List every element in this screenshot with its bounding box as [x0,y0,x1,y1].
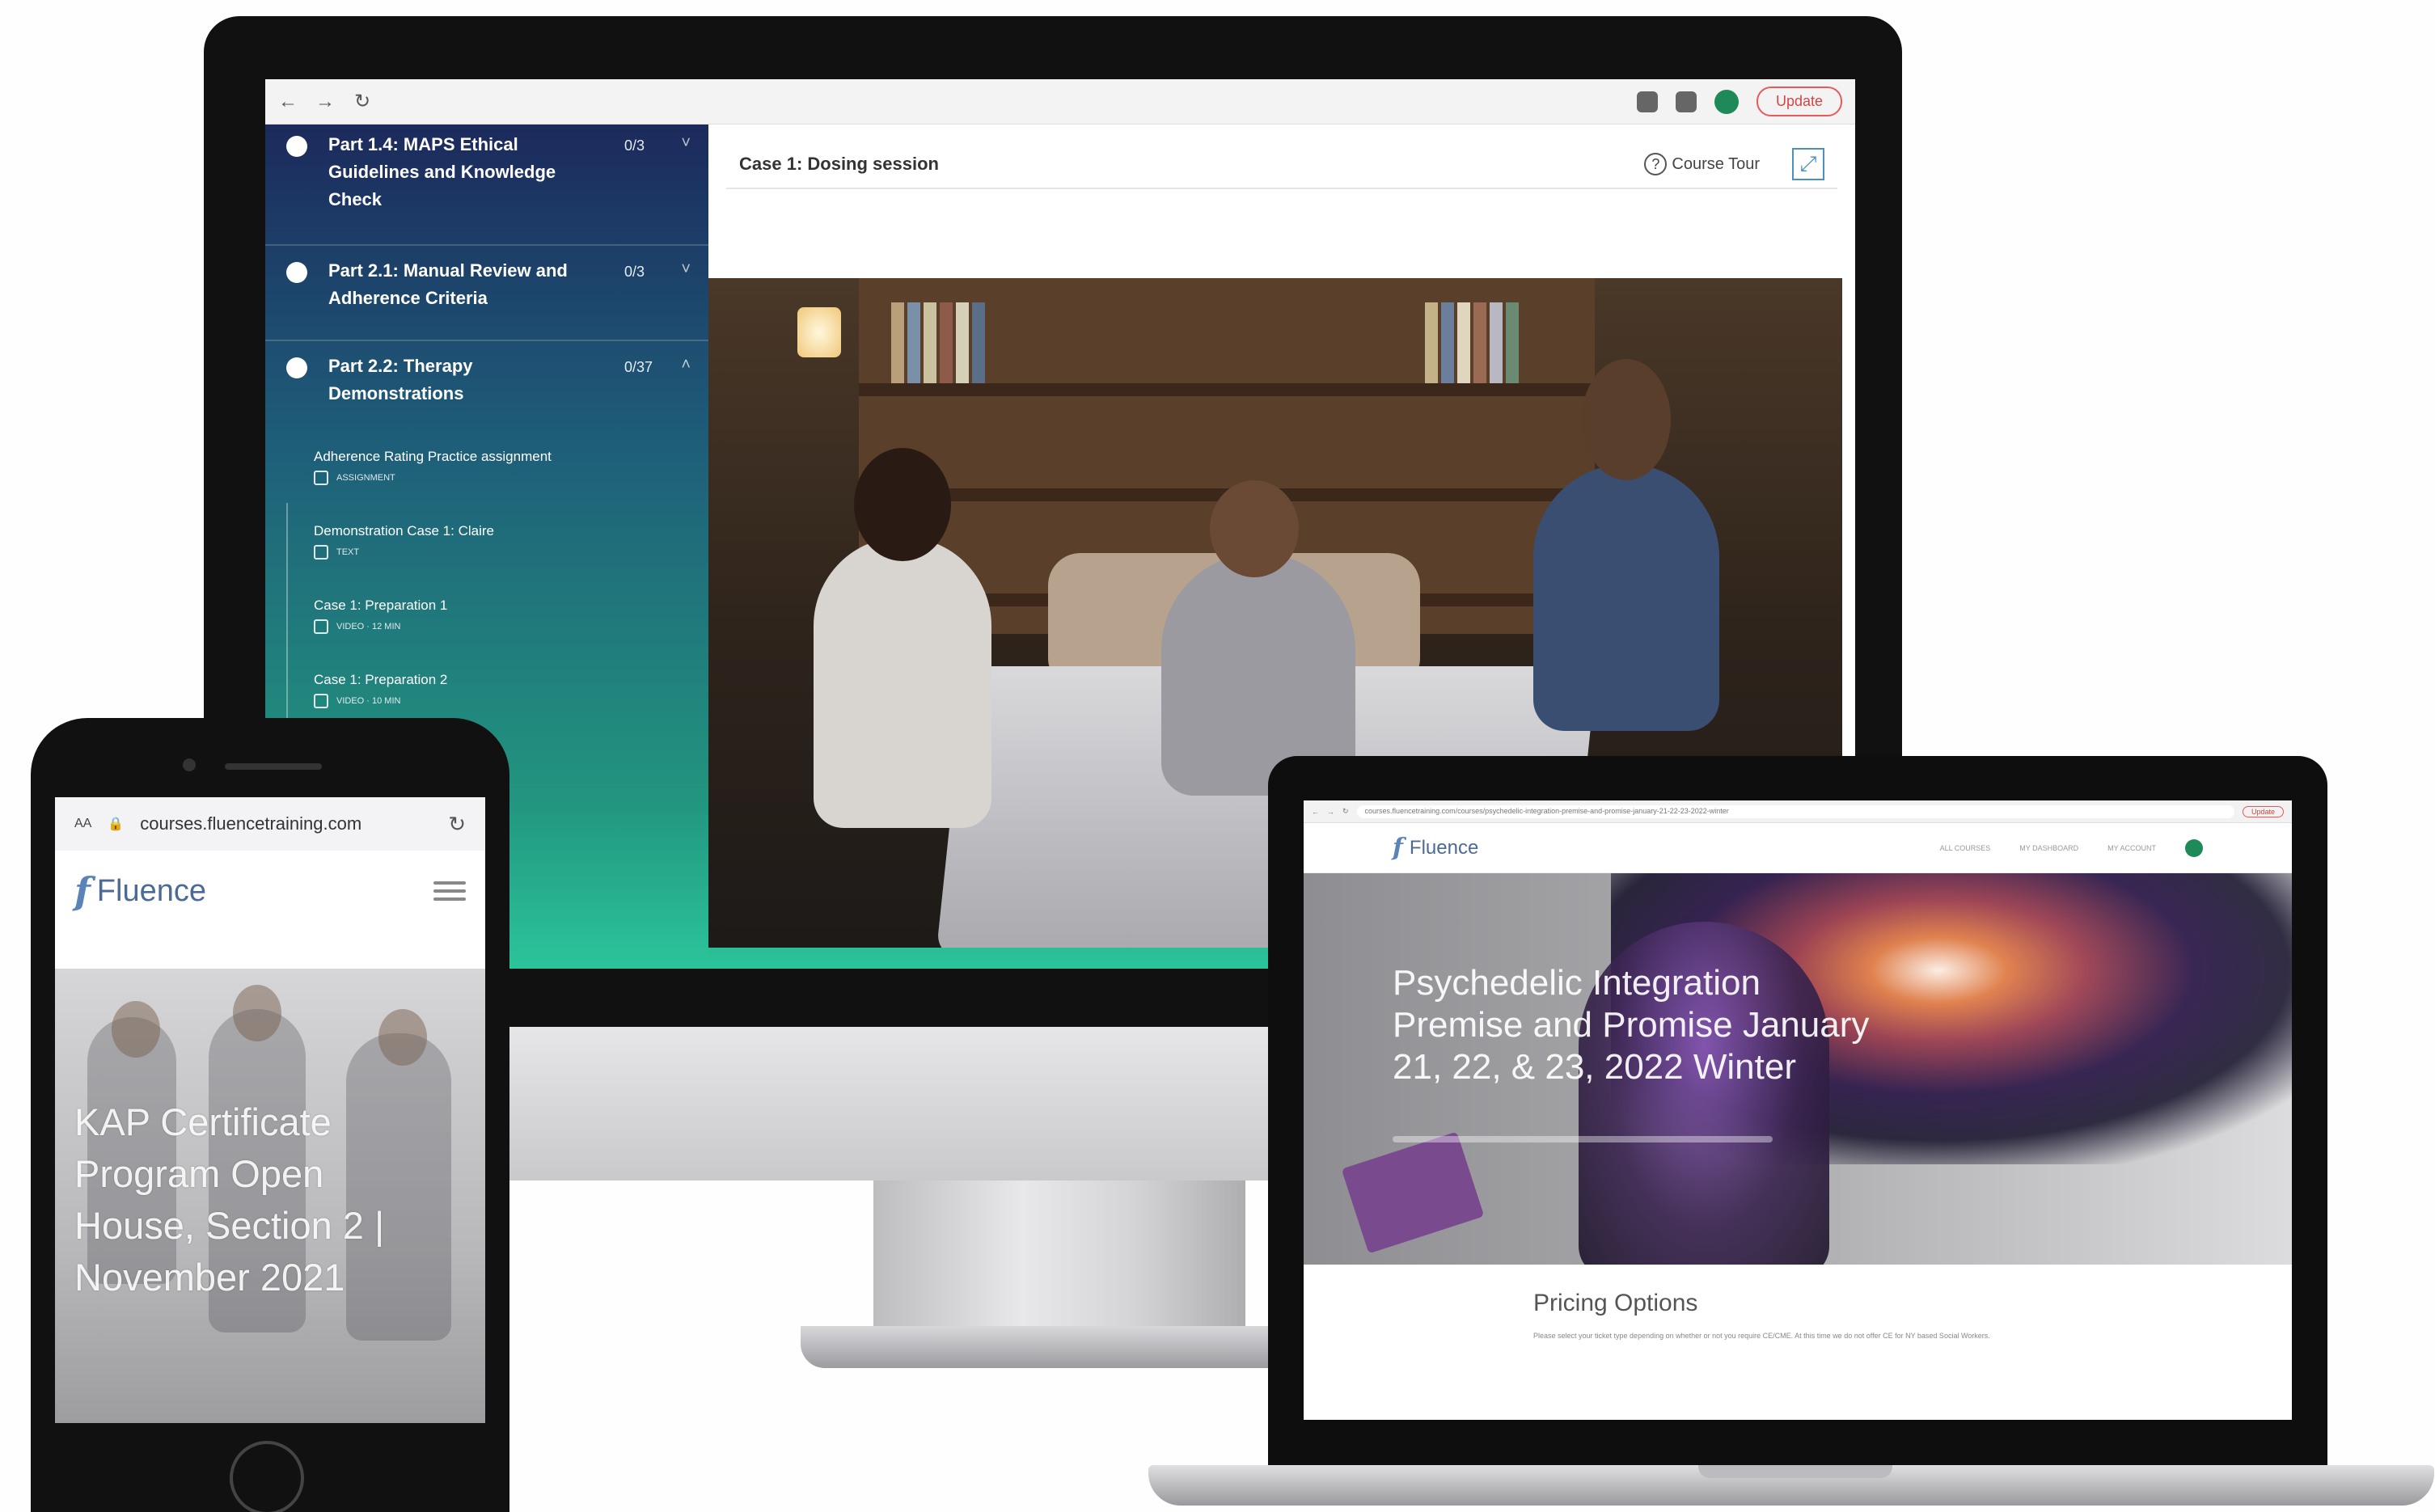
video-icon [314,694,328,708]
lesson-title: Case 1: Preparation 1 [314,598,448,613]
lesson-title-heading: Case 1: Dosing session [739,154,939,174]
assignment-icon [314,471,328,485]
fluence-logo-icon: f [74,869,91,913]
mobile-site-header: f Fluence [55,851,485,931]
video-icon [314,619,328,634]
video-scene-person [814,537,991,828]
phone-speaker [225,763,322,770]
lesson-title: Case 1: Preparation 2 [314,672,448,687]
mobile-hero-title: KAP Certificate Program Open House, Sect… [74,1100,385,1299]
video-scene-person [1533,464,1719,731]
progress-circle-icon [286,357,307,378]
site-logo[interactable]: f Fluence [1393,834,1478,862]
site-header: f Fluence ALL COURSES MY DASHBOARD MY AC… [1304,823,2292,873]
extension-puzzle-icon[interactable] [1636,91,1658,112]
address-bar[interactable]: courses.fluencetraining.com/courses/psyc… [1356,805,2234,818]
progress-circle-icon [286,136,307,157]
module-title: Part 2.1: Manual Review and Adherence Cr… [328,260,568,308]
video-scene-lamp [797,307,841,357]
browser-update-button[interactable]: Update [1756,87,1842,116]
module-title: Part 1.4: MAPS Ethical Guidelines and Kn… [328,134,556,209]
phone-screen: AA 🔒 courses.fluencetraining.com ↻ f Flu… [55,797,485,1423]
reload-icon[interactable]: ↻ [448,812,466,837]
course-tour-button[interactable]: ? Course Tour [1644,153,1760,175]
site-logo[interactable]: f Fluence [74,869,206,913]
user-avatar[interactable] [2185,838,2203,857]
pricing-options-text: Please select your ticket type depending… [1533,1332,1990,1340]
lesson-type: VIDEO · 12 MIN [336,622,401,631]
lesson-item[interactable]: Case 1: Preparation 1 VIDEO · 12 MIN [314,595,686,634]
course-tour-label: Course Tour [1672,154,1760,173]
reload-icon[interactable]: ↻ [1342,807,1349,816]
lesson-item[interactable]: Adherence Rating Practice assignment ASS… [314,446,686,485]
module-progress-count: 0/3 [624,264,645,280]
course-hero-title: Psychedelic Integration Premise and Prom… [1393,963,1870,1087]
lock-icon: 🔒 [108,817,125,831]
desktop-monitor-foot [801,1326,1302,1368]
lesson-item[interactable]: Case 1: Preparation 2 VIDEO · 10 MIN [314,669,686,708]
laptop-screen: ← → ↻ courses.fluencetraining.com/course… [1304,800,2292,1420]
forward-icon[interactable]: → [1327,808,1334,816]
lesson-type: ASSIGNMENT [336,473,395,483]
course-module-item[interactable]: Part 1.4: MAPS Ethical Guidelines and Kn… [265,125,708,246]
profile-avatar[interactable] [1714,89,1739,114]
chevron-down-icon[interactable]: ˅ [681,260,691,340]
forward-icon[interactable]: → [315,91,335,113]
course-hero-banner: Psychedelic Integration Premise and Prom… [1304,873,2292,1265]
module-title: Part 2.2: Therapy Demonstrations [328,356,473,403]
lesson-title: Demonstration Case 1: Claire [314,523,494,538]
chevron-down-icon[interactable]: ˅ [681,134,691,244]
progress-circle-icon [286,262,307,283]
hero-subtitle-line [1393,1136,1773,1142]
mobile-url[interactable]: courses.fluencetraining.com [140,813,432,834]
fluence-logo-icon: f [1393,834,1403,862]
brand-name: Fluence [96,873,206,908]
help-icon: ? [1644,153,1668,175]
nav-my-dashboard[interactable]: MY DASHBOARD [2019,844,2078,852]
desktop-browser-toolbar: ← → ↻ Update [265,79,1855,125]
hero-book-image [1341,1131,1485,1254]
nav-my-account[interactable]: MY ACCOUNT [2107,844,2156,852]
lesson-meta: VIDEO · 10 MIN [314,694,686,708]
site-nav-menu: ALL COURSES MY DASHBOARD MY ACCOUNT [1940,838,2203,857]
back-icon[interactable]: ← [278,91,298,113]
chevron-up-icon[interactable]: ˄ [681,356,691,437]
brand-name: Fluence [1409,836,1479,859]
back-icon[interactable]: ← [1312,808,1319,816]
phone-camera [183,758,196,771]
course-module-item-expanded[interactable]: Part 2.2: Therapy Demonstrations 0/37 ˄ [265,341,708,437]
nav-all-courses[interactable]: ALL COURSES [1940,844,1991,852]
laptop-notch [1698,1465,1892,1478]
text-document-icon [314,545,328,560]
lesson-header: Case 1: Dosing session ? Course Tour ⤢ [726,141,1837,189]
text-size-button[interactable]: AA [74,817,91,831]
browser-update-button[interactable]: Update [2242,805,2284,817]
hamburger-menu-icon[interactable] [433,876,466,906]
laptop-browser-toolbar: ← → ↻ courses.fluencetraining.com/course… [1304,800,2292,823]
reload-icon[interactable]: ↻ [353,90,372,113]
media-control-icon[interactable] [1675,91,1697,112]
phone-home-button[interactable] [230,1441,304,1512]
lesson-meta: TEXT [314,545,686,560]
device-mockup-composite: ← → ↻ Update Part 1.4: MAPS Ethical Guid… [0,0,2435,1512]
mobile-hero-banner: KAP Certificate Program Open House, Sect… [55,969,485,1423]
module-progress-count: 0/3 [624,137,645,154]
lesson-item[interactable]: Demonstration Case 1: Claire TEXT [314,521,686,560]
pricing-options-heading: Pricing Options [1533,1290,1698,1316]
lesson-type: TEXT [336,547,360,557]
desktop-monitor-stand [873,1180,1245,1334]
lesson-meta: ASSIGNMENT [314,471,686,485]
lesson-meta: VIDEO · 12 MIN [314,619,686,634]
lesson-title: Adherence Rating Practice assignment [314,449,552,464]
module-progress-count: 0/37 [624,359,653,375]
fullscreen-expand-icon[interactable]: ⤢ [1792,148,1824,180]
course-module-item[interactable]: Part 2.1: Manual Review and Adherence Cr… [265,246,708,341]
lesson-type: VIDEO · 10 MIN [336,696,401,706]
mobile-address-bar[interactable]: AA 🔒 courses.fluencetraining.com ↻ [55,797,485,851]
